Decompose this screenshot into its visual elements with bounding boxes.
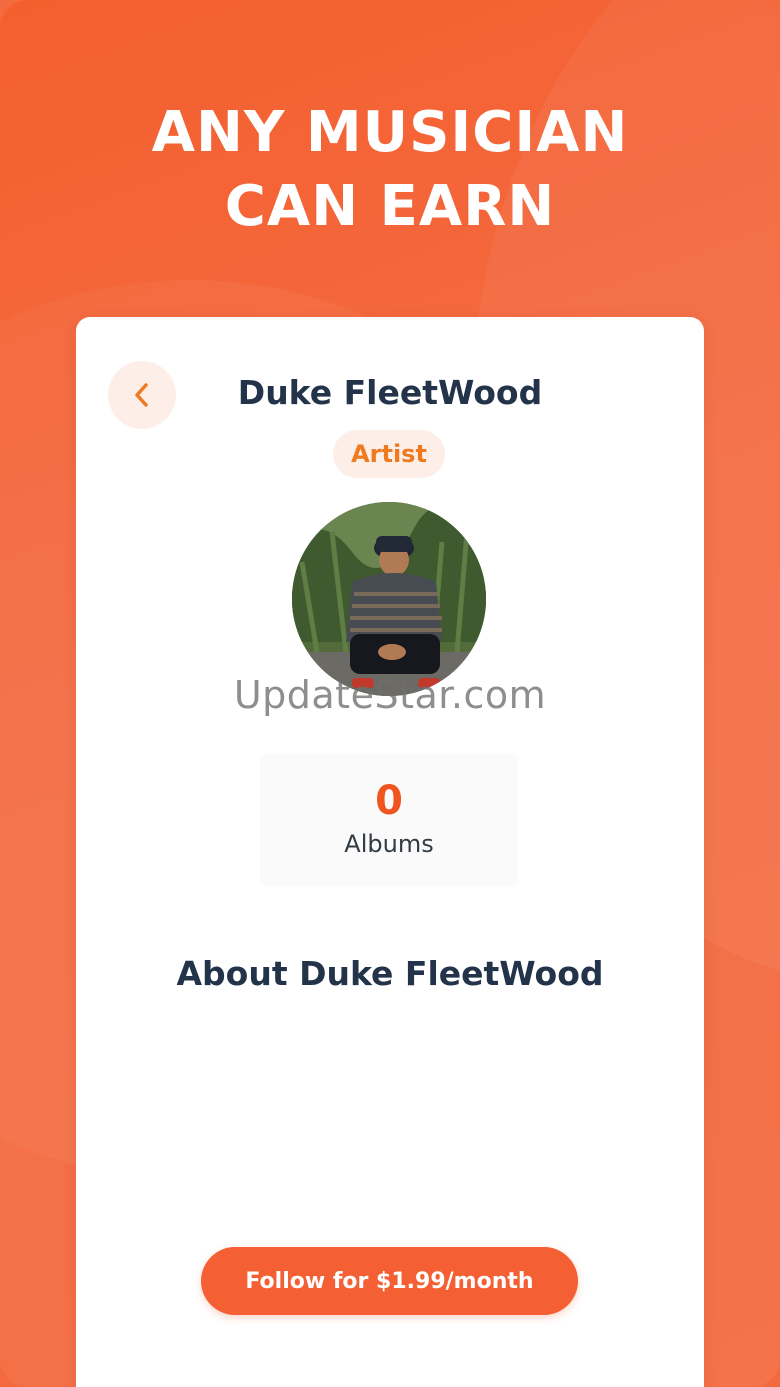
artist-name: Duke FleetWood bbox=[237, 373, 543, 412]
artist-profile-card: Duke FleetWood Artist UpdateStar.com 0 A… bbox=[76, 317, 704, 1387]
albums-count: 0 bbox=[375, 778, 403, 824]
avatar-photo bbox=[292, 502, 486, 696]
promo-headline: ANY MUSICIAN CAN EARN bbox=[0, 96, 780, 244]
albums-stat[interactable]: 0 Albums bbox=[260, 754, 518, 886]
about-title: About Duke FleetWood bbox=[176, 954, 604, 993]
promo-headline-line1: ANY MUSICIAN bbox=[151, 100, 629, 165]
promo-headline-line2: CAN EARN bbox=[224, 174, 556, 239]
avatar bbox=[292, 502, 486, 696]
role-badge: Artist bbox=[333, 430, 445, 478]
watermark: UpdateStar.com bbox=[233, 673, 547, 717]
albums-label: Albums bbox=[344, 830, 434, 858]
follow-button[interactable]: Follow for $1.99/month bbox=[201, 1247, 578, 1315]
